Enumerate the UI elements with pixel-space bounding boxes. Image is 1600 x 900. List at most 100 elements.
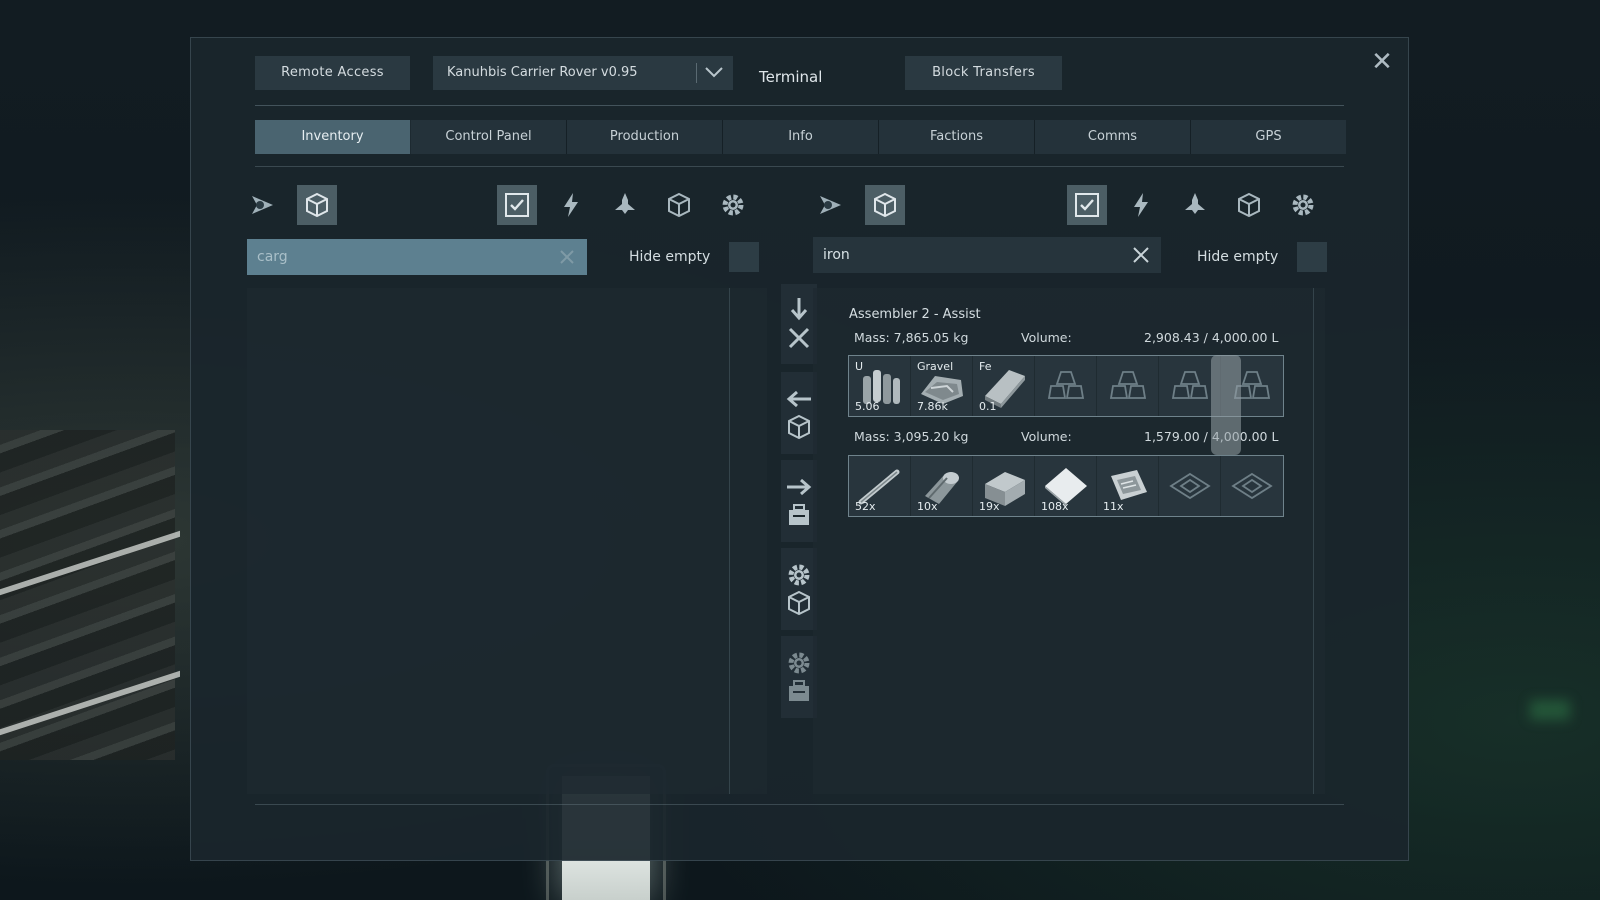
production-storage-button[interactable]	[781, 548, 817, 630]
empty-ingot-slot-icon	[1171, 371, 1209, 399]
filter-systems-button[interactable]	[713, 185, 753, 225]
tab-control-panel[interactable]: Control Panel	[411, 120, 567, 154]
output-inventory-grid: 52x 10x 19x 108x 11x	[848, 455, 1284, 517]
left-scrollbar[interactable]	[729, 288, 730, 794]
input-mass: Mass: 7,865.05 kg	[854, 330, 969, 345]
inventory-slot[interactable]	[1035, 356, 1097, 416]
rocket-icon	[1185, 193, 1205, 214]
filter-energy-button[interactable]	[1121, 185, 1161, 225]
container-icon	[789, 504, 809, 525]
show-storage-filter-button[interactable]	[865, 185, 905, 225]
item-tag: U	[855, 360, 864, 373]
item-quantity: 0.1	[979, 400, 997, 413]
right-search-input[interactable]: iron	[813, 237, 1161, 273]
hide-empty-checkbox[interactable]	[729, 242, 759, 272]
divider	[255, 166, 1344, 167]
rocket-icon	[615, 193, 635, 214]
divider	[255, 804, 1344, 805]
output-volume-label: Volume:	[1021, 429, 1072, 444]
cargo-box-icon	[788, 414, 810, 440]
tab-factions[interactable]: Factions	[879, 120, 1035, 154]
cargo-box-icon	[306, 192, 328, 218]
item-quantity: 11x	[1103, 500, 1124, 513]
clear-search-icon[interactable]	[557, 247, 577, 267]
gear-icon	[788, 564, 810, 586]
empty-component-slot-icon	[1231, 472, 1273, 500]
arrow-right-icon	[787, 478, 812, 496]
filter-storage-button[interactable]	[1229, 185, 1269, 225]
dropdown-separator	[696, 63, 697, 83]
output-mass: Mass: 3,095.20 kg	[854, 429, 969, 444]
close-button[interactable]: ✕	[1370, 49, 1394, 75]
filter-ship-button[interactable]	[605, 185, 645, 225]
divider	[255, 105, 1344, 106]
left-inventory-list[interactable]	[247, 288, 767, 794]
hide-empty-label: Hide empty	[1197, 249, 1279, 265]
grid-selector-value: Kanuhbis Carrier Rover v0.95	[447, 65, 638, 80]
chevron-down-icon	[705, 67, 723, 78]
container-icon	[789, 680, 809, 701]
filter-energy-button[interactable]	[551, 185, 591, 225]
item-quantity: 7.86k	[917, 400, 948, 413]
production-container-button[interactable]	[781, 636, 817, 718]
inventory-slot[interactable]: Gravel 7.86k	[911, 356, 973, 416]
inventory-slot[interactable]: 10x	[911, 456, 973, 516]
filter-ship-button[interactable]	[1175, 185, 1215, 225]
item-quantity: 108x	[1041, 500, 1069, 513]
inventory-block-name: Assembler 2 - Assist	[849, 307, 981, 322]
inventory-slot[interactable]	[1221, 456, 1283, 516]
background-structure	[0, 430, 175, 760]
hide-empty-checkbox[interactable]	[1297, 242, 1327, 272]
checkbox-icon	[1075, 193, 1099, 217]
tab-comms[interactable]: Comms	[1035, 120, 1191, 154]
cargo-box-icon	[788, 590, 810, 616]
left-search-input[interactable]: carg	[247, 239, 587, 275]
grid-selector-dropdown[interactable]: Kanuhbis Carrier Rover v0.95	[433, 56, 733, 90]
show-storage-filter-button[interactable]	[297, 185, 337, 225]
lightning-icon	[564, 193, 578, 217]
filter-systems-button[interactable]	[1283, 185, 1323, 225]
empty-ingot-slot-icon	[1109, 371, 1147, 399]
block-transfers-button[interactable]: Block Transfers	[905, 56, 1062, 90]
show-ships-filter-button[interactable]	[811, 185, 851, 225]
empty-ingot-slot-icon	[1047, 371, 1085, 399]
left-search-value: carg	[257, 249, 288, 265]
tab-info[interactable]: Info	[723, 120, 879, 154]
inventory-slot[interactable]	[1097, 356, 1159, 416]
tab-gps[interactable]: GPS	[1191, 120, 1346, 154]
inventory-slot[interactable]: U 5.06	[849, 356, 911, 416]
transfer-all-button[interactable]	[781, 284, 817, 364]
scroll-thumb[interactable]	[1211, 355, 1241, 455]
show-ships-filter-button[interactable]	[243, 185, 283, 225]
inventory-slot[interactable]	[1159, 456, 1221, 516]
clear-search-icon[interactable]	[1131, 245, 1151, 265]
inventory-slot[interactable]: 19x	[973, 456, 1035, 516]
item-quantity: 5.06	[855, 400, 880, 413]
item-tag: Gravel	[917, 360, 954, 373]
cargo-box-icon	[874, 192, 896, 218]
filter-all-button[interactable]	[497, 185, 537, 225]
inventory-slot[interactable]: 52x	[849, 456, 911, 516]
right-search-value: iron	[823, 247, 850, 263]
right-scrollbar-track[interactable]	[1313, 288, 1314, 794]
item-tag: Fe	[979, 360, 992, 373]
tab-production[interactable]: Production	[567, 120, 723, 154]
cargo-box-icon	[1238, 192, 1260, 218]
inventory-slot[interactable]: 108x	[1035, 456, 1097, 516]
page-title: Terminal	[759, 68, 823, 86]
inventory-slot[interactable]: 11x	[1097, 456, 1159, 516]
background-glow	[1530, 700, 1570, 720]
inventory-slot[interactable]: Fe 0.1	[973, 356, 1035, 416]
top-bar: Remote Access Kanuhbis Carrier Rover v0.…	[255, 56, 1344, 92]
tab-bar: Inventory Control Panel Production Info …	[255, 120, 1346, 154]
filter-storage-button[interactable]	[659, 185, 699, 225]
filter-all-button[interactable]	[1067, 185, 1107, 225]
arrow-down-icon	[790, 298, 808, 321]
ship-icon	[252, 196, 273, 214]
transfer-left-to-storage-button[interactable]	[781, 372, 817, 454]
tab-inventory[interactable]: Inventory	[255, 120, 411, 154]
item-quantity: 52x	[855, 500, 876, 513]
item-quantity: 10x	[917, 500, 938, 513]
transfer-right-button[interactable]	[781, 460, 817, 542]
remote-access-button[interactable]: Remote Access	[255, 56, 410, 90]
